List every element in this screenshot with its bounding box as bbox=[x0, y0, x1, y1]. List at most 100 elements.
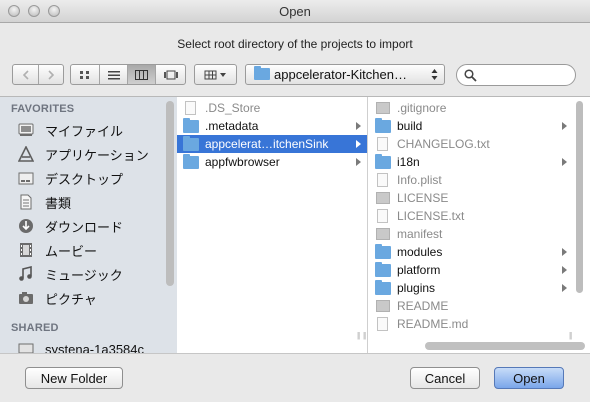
sidebar-scrollbar[interactable] bbox=[166, 101, 174, 286]
sidebar-item-shared-computer[interactable]: systena-1a3584c bbox=[18, 339, 144, 354]
list-item[interactable]: appfwbrowser bbox=[177, 153, 367, 171]
open-dialog: Open Select root directory of the projec… bbox=[0, 0, 590, 402]
list-item[interactable]: manifest bbox=[369, 225, 573, 243]
cancel-button[interactable]: Cancel bbox=[410, 367, 480, 389]
column-view-button[interactable] bbox=[127, 65, 155, 84]
list-item[interactable]: i18n bbox=[369, 153, 573, 171]
column-2-scrollbar[interactable] bbox=[576, 101, 583, 293]
horizontal-scrollbar[interactable] bbox=[425, 342, 585, 350]
file-icon bbox=[185, 101, 196, 115]
item-label: README.md bbox=[397, 317, 469, 331]
sidebar-item-desktop[interactable]: デスクトップ bbox=[18, 168, 123, 188]
view-mode-control bbox=[70, 64, 186, 85]
item-label: modules bbox=[397, 245, 443, 259]
text-file-icon bbox=[377, 137, 388, 151]
sidebar-item-label: ダウンロード bbox=[45, 219, 124, 235]
sidebar-item-label: アプリケーション bbox=[45, 147, 149, 163]
title-bar: Open bbox=[0, 0, 590, 23]
document-icon bbox=[376, 192, 390, 204]
document-icon bbox=[376, 102, 390, 114]
coverflow-view-icon bbox=[163, 70, 178, 79]
list-item[interactable]: modules bbox=[369, 243, 573, 261]
applications-icon bbox=[17, 145, 35, 162]
list-item[interactable]: Info.plist bbox=[369, 171, 573, 189]
column-view-icon bbox=[135, 69, 148, 80]
list-item[interactable]: build bbox=[369, 117, 573, 135]
folder-icon bbox=[183, 135, 199, 151]
list-item[interactable]: .metadata bbox=[177, 117, 367, 135]
arrange-dropdown[interactable] bbox=[194, 64, 237, 85]
open-button[interactable]: Open bbox=[494, 367, 564, 389]
disclosure-arrow-icon bbox=[562, 284, 567, 292]
item-label: build bbox=[397, 119, 423, 133]
item-label: appfwbrowser bbox=[205, 155, 280, 169]
sidebar-item-music[interactable]: ミュージック bbox=[18, 264, 123, 284]
coverflow-view-button[interactable] bbox=[155, 65, 185, 84]
list-item[interactable]: .DS_Store bbox=[177, 99, 367, 117]
list-view-button[interactable] bbox=[99, 65, 127, 84]
documents-icon bbox=[18, 194, 34, 210]
sidebar-item-downloads[interactable]: ダウンロード bbox=[18, 216, 123, 236]
disclosure-arrow-icon bbox=[562, 266, 567, 274]
item-label: LICENSE.txt bbox=[397, 209, 465, 223]
markdown-file-icon bbox=[377, 317, 388, 331]
disclosure-arrow-icon bbox=[356, 158, 361, 166]
column-resize-handle[interactable]: || bbox=[363, 331, 366, 340]
shared-header: SHARED bbox=[11, 322, 59, 334]
search-icon bbox=[464, 69, 477, 82]
forward-button[interactable] bbox=[38, 65, 63, 84]
document-icon bbox=[376, 300, 390, 312]
item-label: plugins bbox=[397, 281, 436, 295]
item-label: README bbox=[397, 299, 449, 313]
item-label: CHANGELOG.txt bbox=[397, 137, 490, 151]
column-1: .DS_Store .metadata appcelerat…itchenSin… bbox=[177, 97, 368, 354]
dialog-footer: New Folder Cancel Open bbox=[0, 353, 590, 402]
list-view-icon bbox=[107, 70, 120, 79]
list-item[interactable]: LICENSE.txt bbox=[369, 207, 573, 225]
folder-icon bbox=[375, 261, 391, 277]
back-button[interactable] bbox=[13, 65, 38, 84]
new-folder-button[interactable]: New Folder bbox=[25, 367, 123, 389]
list-item[interactable]: LICENSE bbox=[369, 189, 573, 207]
sidebar-item-label: ピクチャ bbox=[45, 291, 97, 307]
my-files-icon bbox=[18, 122, 34, 138]
list-item[interactable]: .gitignore bbox=[369, 99, 573, 117]
list-item[interactable]: plugins bbox=[369, 279, 573, 297]
search-input[interactable] bbox=[479, 67, 573, 84]
item-label: .metadata bbox=[205, 119, 259, 133]
back-forward-control bbox=[12, 64, 64, 85]
column-2: .gitignore build CHANGELOG.txt i18n Info… bbox=[357, 97, 573, 354]
sidebar-item-label: 書類 bbox=[45, 195, 72, 211]
disclosure-arrow-icon bbox=[356, 122, 361, 130]
text-file-icon bbox=[377, 209, 388, 223]
sidebar-item-documents[interactable]: 書類 bbox=[18, 192, 71, 212]
desktop-icon bbox=[18, 170, 34, 186]
updown-arrows-icon bbox=[431, 69, 438, 80]
sidebar-item-applications[interactable]: アプリケーション bbox=[17, 144, 149, 164]
list-item[interactable]: platform bbox=[369, 261, 573, 279]
icon-view-button[interactable] bbox=[71, 65, 99, 84]
location-popup[interactable]: appcelerator-Kitchen… bbox=[245, 64, 445, 85]
sidebar-item-label: マイファイル bbox=[45, 123, 124, 139]
music-icon bbox=[18, 265, 34, 282]
window-title: Open bbox=[279, 4, 311, 19]
list-item-selected[interactable]: appcelerat…itchenSink bbox=[177, 135, 367, 153]
sidebar: FAVORITES マイファイル アプリケーション デスクトップ 書類 ダウンロ… bbox=[0, 96, 177, 354]
folder-icon bbox=[375, 243, 391, 259]
item-label: LICENSE bbox=[397, 191, 449, 205]
sidebar-item-movies[interactable]: ムービー bbox=[18, 240, 97, 260]
column-resize-handle[interactable]: || bbox=[569, 331, 572, 340]
folder-icon bbox=[375, 153, 391, 169]
sidebar-item-pictures[interactable]: ピクチャ bbox=[18, 288, 97, 308]
column-resize-handle[interactable]: || bbox=[357, 331, 360, 340]
document-icon bbox=[376, 228, 390, 240]
list-item[interactable]: README.md bbox=[369, 315, 573, 333]
search-field[interactable] bbox=[456, 64, 576, 86]
item-label: platform bbox=[397, 263, 441, 277]
item-label: appcelerat…itchenSink bbox=[205, 137, 329, 151]
list-item[interactable]: CHANGELOG.txt bbox=[369, 135, 573, 153]
list-item[interactable]: README bbox=[369, 297, 573, 315]
sidebar-item-my-files[interactable]: マイファイル bbox=[18, 120, 123, 140]
chevron-right-icon bbox=[48, 69, 55, 80]
disclosure-arrow-icon bbox=[562, 158, 567, 166]
